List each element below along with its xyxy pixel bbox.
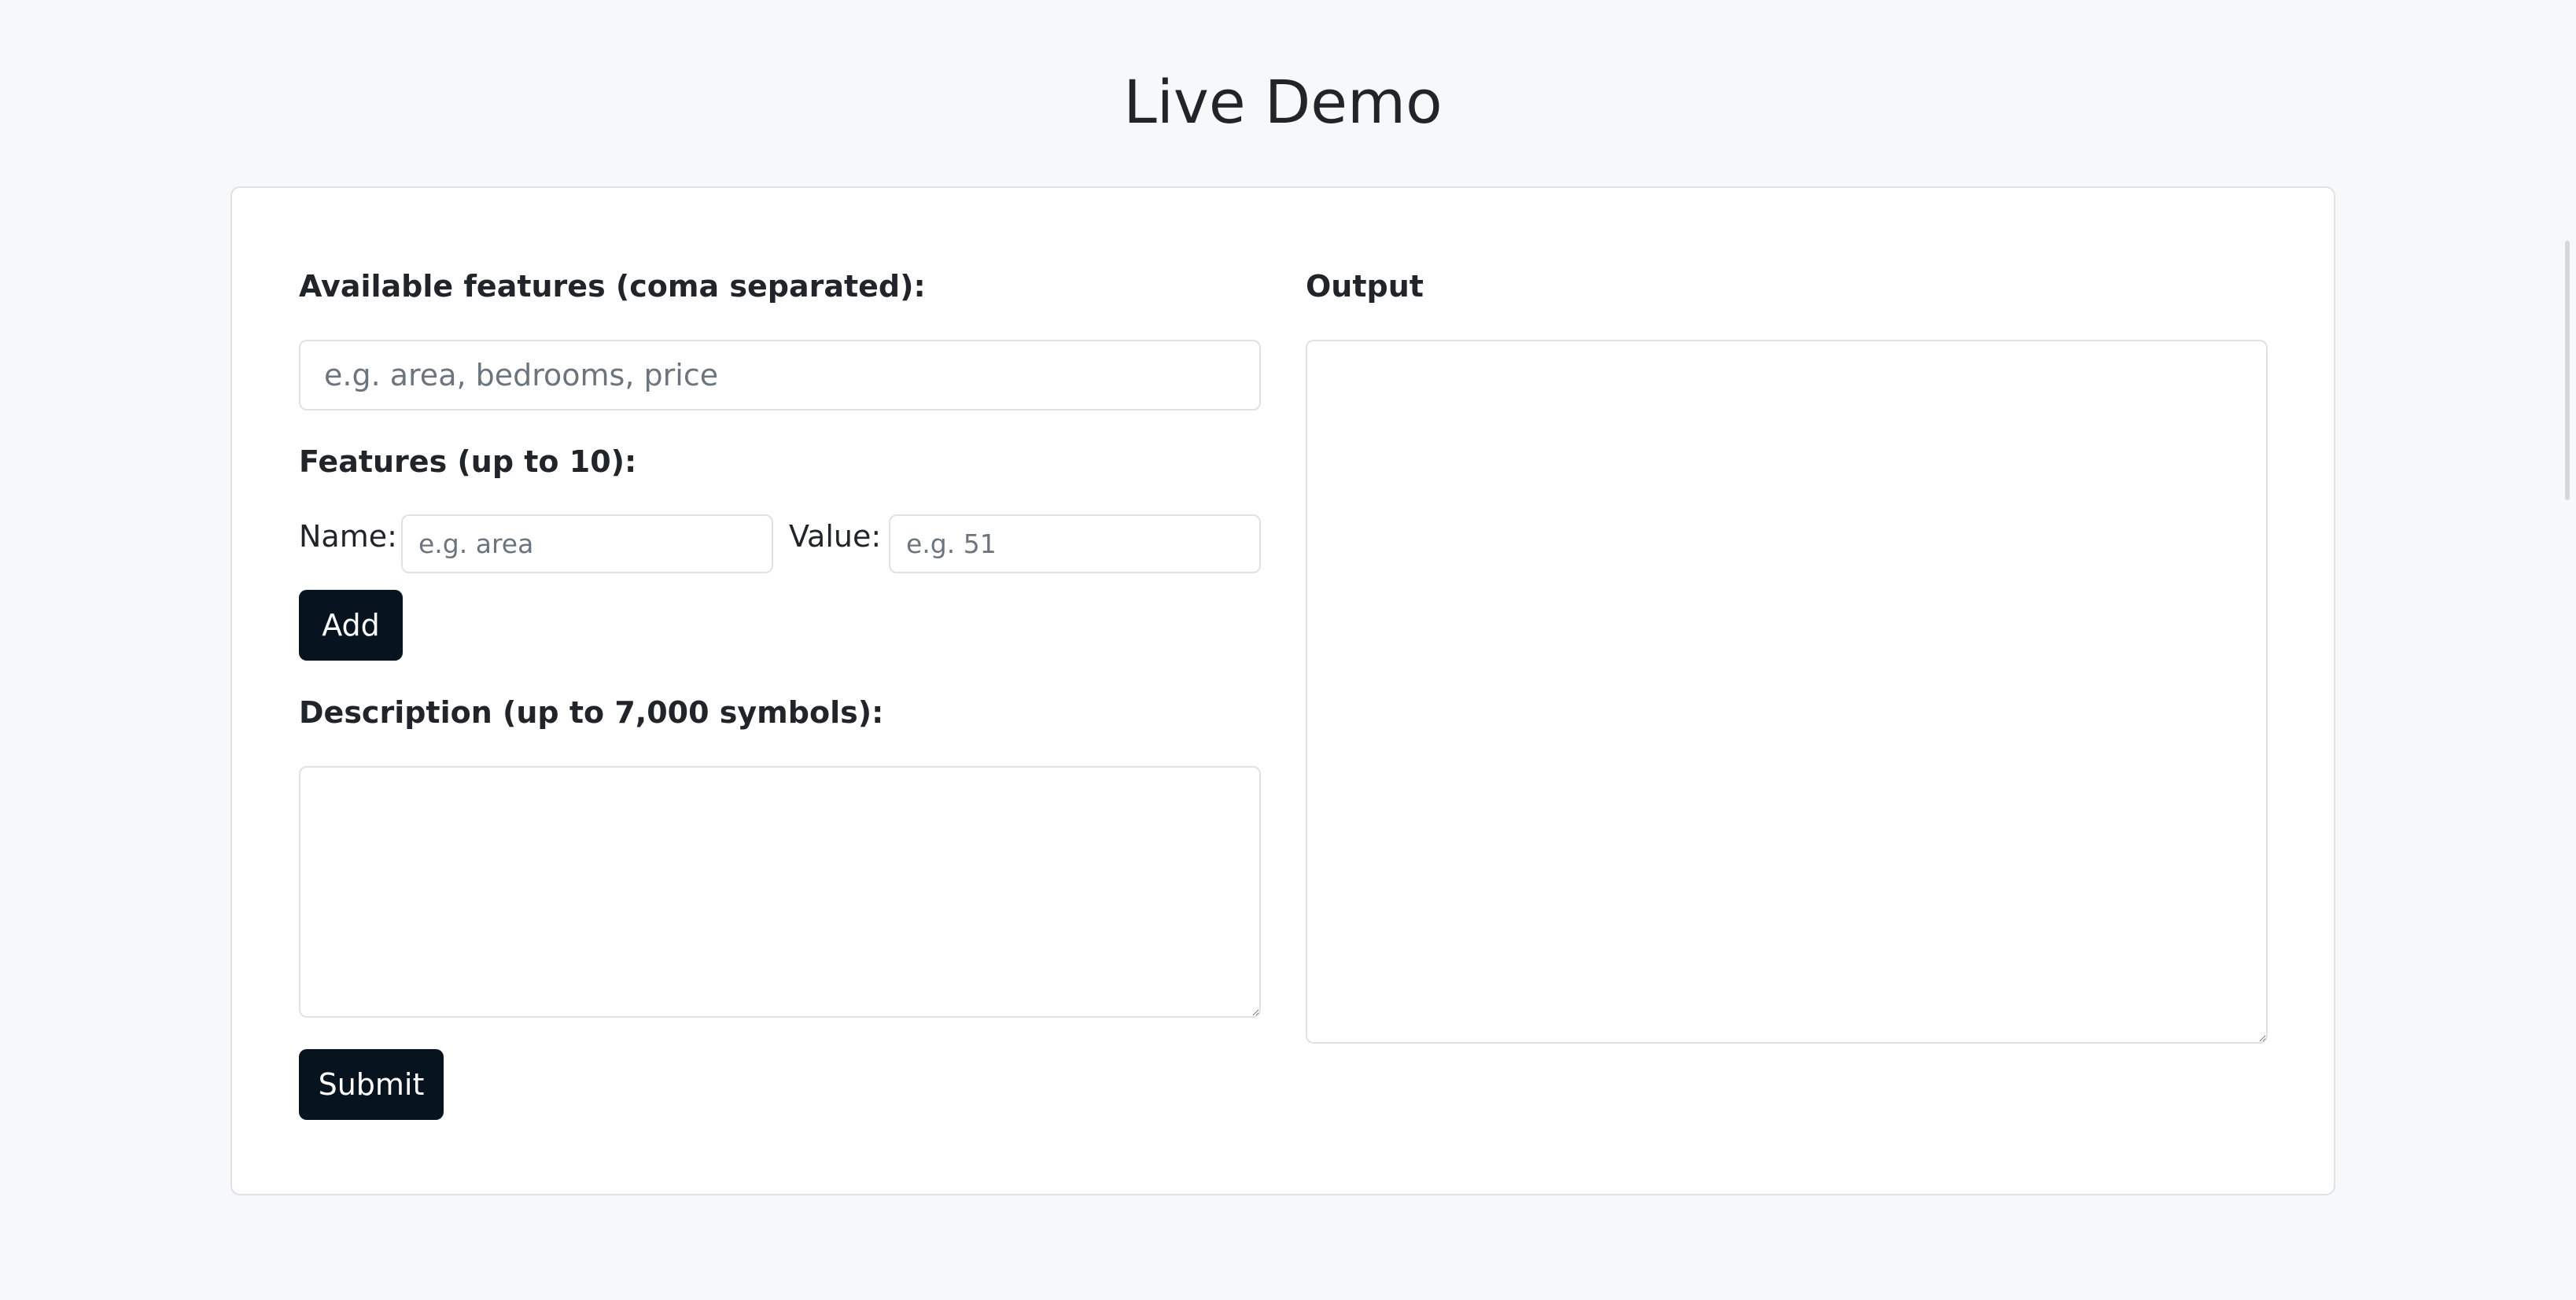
page-title: Live Demo	[1123, 67, 1443, 137]
output-textarea[interactable]	[1306, 340, 2268, 1044]
available-features-input[interactable]	[299, 340, 1261, 411]
add-feature-button[interactable]: Add	[299, 590, 403, 661]
description-label: Description (up to 7,000 symbols):	[299, 695, 884, 730]
feature-name-input[interactable]	[401, 514, 773, 573]
description-textarea[interactable]	[299, 766, 1261, 1018]
page-scrollbar[interactable]	[2565, 241, 2570, 500]
feature-value-input[interactable]	[889, 514, 1261, 573]
features-label: Features (up to 10):	[299, 444, 637, 479]
page: Live Demo Available features (coma separ…	[0, 0, 2576, 1300]
submit-button[interactable]: Submit	[299, 1049, 444, 1120]
demo-card: Available features (coma separated): Fea…	[230, 186, 2335, 1195]
feature-name-label: Name:	[299, 519, 397, 554]
output-label: Output	[1306, 269, 1424, 304]
available-features-label: Available features (coma separated):	[299, 269, 926, 304]
feature-value-label: Value:	[789, 519, 882, 554]
